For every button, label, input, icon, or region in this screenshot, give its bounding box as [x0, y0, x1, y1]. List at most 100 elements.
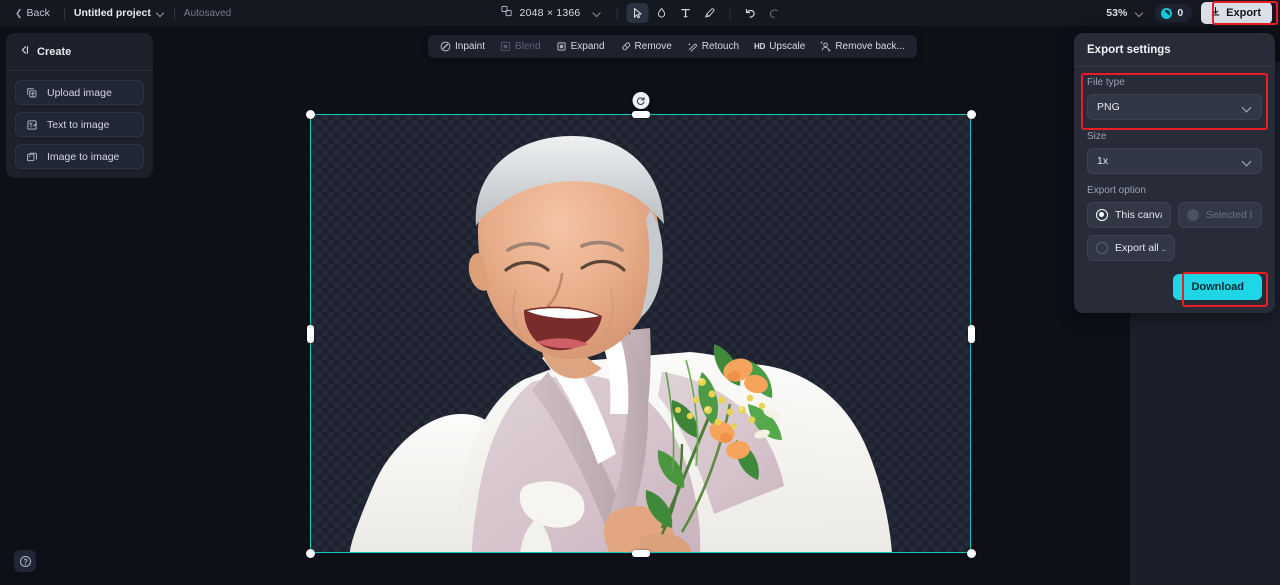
export-settings-title: Export settings [1087, 44, 1171, 56]
help-question-icon [19, 555, 31, 567]
size-chevron-down-icon [1243, 157, 1252, 166]
zoom-level-value: 53% [1106, 7, 1128, 19]
radio-icon-this-canvas [1096, 209, 1108, 221]
export-option-selected-layer: Selected l... [1178, 202, 1262, 228]
file-type-value: PNG [1097, 101, 1120, 113]
create-panel: Create Upload image Text to image Image … [6, 33, 153, 178]
radio-icon-selected-layer [1187, 209, 1199, 221]
project-menu-chevron-down-icon[interactable] [157, 9, 165, 17]
action-inpaint[interactable]: Inpaint [433, 38, 492, 55]
create-item-upload-image[interactable]: Upload image [15, 80, 144, 105]
download-button[interactable]: Download [1173, 274, 1262, 300]
export-button-label: Export [1226, 7, 1261, 19]
create-panel-title: Create [37, 46, 72, 58]
tool-group-history [739, 3, 785, 23]
canvas-size-chevron-down-icon[interactable] [593, 9, 601, 17]
action-inpaint-label: Inpaint [455, 41, 486, 52]
image-to-image-icon [25, 151, 38, 163]
export-option-row-2: Export all ... [1087, 235, 1262, 261]
action-blend: Blend [493, 38, 548, 55]
export-option-row-1: This canvas Selected l... [1087, 202, 1262, 228]
brush-tool[interactable] [698, 3, 720, 23]
radio-icon-export-all [1096, 242, 1108, 254]
create-item-image-to-image[interactable]: Image to image [15, 144, 144, 169]
brush-icon [705, 8, 715, 18]
action-expand[interactable]: Expand [549, 38, 612, 55]
expand-icon [556, 41, 567, 52]
action-retouch[interactable]: Retouch [680, 38, 746, 55]
export-settings-panel: Export settings File type PNG Size 1x Ex… [1074, 33, 1275, 313]
text-icon [681, 8, 690, 18]
file-type-label: File type [1087, 77, 1125, 88]
resize-handle-middle-right[interactable] [967, 324, 975, 343]
app-root: Inpaint Blend Expand Remove Retouch HD U… [0, 0, 1280, 585]
export-settings-body: File type PNG Size 1x Export option This… [1074, 67, 1275, 300]
rotate-handle[interactable] [632, 92, 649, 109]
create-panel-header: Create [6, 33, 153, 71]
download-row: Download [1087, 274, 1262, 300]
back-button-label: Back [26, 7, 50, 19]
file-type-chevron-down-icon [1243, 103, 1252, 112]
export-option-this-canvas-label: This canvas [1115, 209, 1162, 221]
action-remove[interactable]: Remove [613, 38, 679, 55]
export-button[interactable]: Export [1201, 2, 1272, 24]
text-tool[interactable] [674, 3, 696, 23]
hd-icon: HD [754, 42, 766, 51]
resize-handle-bottom-center[interactable] [631, 549, 650, 557]
upload-image-icon [25, 87, 38, 99]
file-type-select[interactable]: PNG [1087, 94, 1262, 120]
size-select[interactable]: 1x [1087, 148, 1262, 174]
project-name[interactable]: Untitled project [74, 7, 151, 19]
download-icon [1210, 6, 1221, 20]
zoom-control[interactable]: 53% [1101, 4, 1149, 22]
action-upscale[interactable]: HD Upscale [747, 38, 812, 55]
redo-button[interactable] [763, 3, 785, 23]
zoom-chevron-down-icon[interactable] [1136, 9, 1144, 17]
image-action-toolbar[interactable]: Inpaint Blend Expand Remove Retouch HD U… [428, 35, 917, 58]
create-item-image-to-image-label: Image to image [47, 150, 120, 163]
top-bar: ❮ Back Untitled project Autosaved 2048 ×… [0, 0, 1280, 26]
chevron-left-icon: ❮ [15, 7, 23, 18]
canvas-size-value: 2048 × 1366 [519, 7, 581, 19]
hand-icon [657, 8, 666, 18]
resize-handle-middle-left[interactable] [306, 324, 314, 343]
blend-icon [500, 41, 511, 52]
resize-handle-top-left[interactable] [305, 109, 315, 119]
help-button[interactable] [14, 550, 36, 572]
top-bar-left: ❮ Back Untitled project Autosaved [0, 4, 231, 22]
divider [616, 6, 618, 20]
resize-handle-bottom-right[interactable] [966, 548, 976, 558]
back-button[interactable]: ❮ Back [10, 4, 55, 22]
hand-tool[interactable] [650, 3, 672, 23]
canvas-size-control[interactable]: 2048 × 1366 [495, 1, 608, 25]
export-option-export-all-label: Export all ... [1115, 242, 1166, 254]
rotate-icon [636, 96, 645, 105]
action-remove-label: Remove [634, 41, 672, 52]
action-upscale-label: Upscale [769, 41, 806, 52]
export-option-this-canvas[interactable]: This canvas [1087, 202, 1171, 228]
divider [63, 6, 65, 20]
resize-handle-bottom-left[interactable] [305, 548, 315, 558]
canvas-image-subject[interactable] [310, 114, 971, 553]
divider [729, 6, 731, 20]
action-blend-label: Blend [515, 41, 541, 52]
collapse-panel-icon[interactable] [18, 43, 30, 61]
action-remove-background[interactable]: Remove back... [813, 38, 911, 55]
redo-arrow-icon [770, 8, 779, 18]
export-settings-header: Export settings [1074, 33, 1275, 67]
select-tool[interactable] [626, 3, 649, 23]
undo-button[interactable] [739, 3, 761, 23]
credits-badge[interactable]: 0 [1155, 4, 1193, 22]
create-panel-items: Upload image Text to image Image to imag… [6, 71, 153, 169]
subject-illustration [350, 136, 892, 553]
resize-handle-top-center[interactable] [631, 110, 650, 118]
export-option-export-all[interactable]: Export all ... [1087, 235, 1175, 261]
resize-handle-top-right[interactable] [966, 109, 976, 119]
size-label: Size [1087, 131, 1107, 142]
create-item-text-to-image[interactable]: Text to image [15, 112, 144, 137]
artboard[interactable] [305, 92, 976, 558]
create-item-text-to-image-label: Text to image [47, 118, 110, 131]
action-remove-background-label: Remove back... [835, 41, 905, 52]
